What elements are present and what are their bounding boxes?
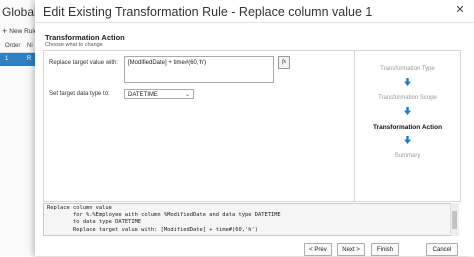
script-line: Replace column value xyxy=(47,205,112,211)
section-subtitle: Choose what to change xyxy=(45,42,103,48)
replace-expression-input[interactable]: [ModifiedDate] + time#(60,'h') xyxy=(124,56,274,83)
expression-builder-button[interactable]: fx xyxy=(278,56,290,69)
grid-row-name: R xyxy=(27,56,32,62)
plus-icon: + xyxy=(2,26,8,36)
new-rule-label: New Rule xyxy=(9,28,38,35)
script-line: for %.%Employee with column %ModifiedDat… xyxy=(47,212,281,219)
step-transformation-scope: Transformation Scope xyxy=(378,95,437,101)
arrow-down-icon xyxy=(404,78,411,86)
data-type-value: DATETIME xyxy=(128,92,158,98)
wizard-steps: Transformation Type Transformation Scope… xyxy=(354,50,461,202)
arrow-down-icon xyxy=(404,136,411,144)
dialog-title: Edit Existing Transformation Rule - Repl… xyxy=(43,5,373,19)
scrollbar-thumb[interactable] xyxy=(452,211,457,229)
close-icon[interactable]: ✕ xyxy=(454,4,466,16)
cancel-button[interactable]: Cancel xyxy=(426,243,458,256)
chevron-down-icon: ⌄ xyxy=(184,92,190,98)
rule-script-preview: Replace column value for %.%Employee wit… xyxy=(43,203,458,236)
prev-button[interactable]: < Prev xyxy=(304,243,332,256)
next-button[interactable]: Next > xyxy=(337,243,365,256)
grid-row-order: 1 xyxy=(5,56,9,62)
data-type-select[interactable]: DATETIME ⌄ xyxy=(124,89,194,99)
script-scrollbar[interactable] xyxy=(450,203,459,236)
script-line: to data type DATETIME xyxy=(47,219,142,226)
edit-rule-dialog: Edit Existing Transformation Rule - Repl… xyxy=(35,0,474,256)
finish-button[interactable]: Finish xyxy=(371,243,399,256)
new-rule-button[interactable]: + New Rule xyxy=(2,27,37,36)
data-type-label: Set target data type to: xyxy=(49,91,110,97)
grid-header: Order Ni xyxy=(0,41,36,53)
title-divider xyxy=(35,22,474,23)
step-transformation-type: Transformation Type xyxy=(380,66,435,72)
section-title: Transformation Action xyxy=(45,33,125,42)
step-summary: Summary xyxy=(394,153,421,159)
action-panel: Replace target value with: [ModifiedDate… xyxy=(43,50,356,202)
step-transformation-action: Transformation Action xyxy=(372,124,443,131)
replace-label: Replace target value with: xyxy=(49,60,119,66)
grid-header-name: Ni xyxy=(27,43,33,49)
grid-header-order: Order xyxy=(5,43,21,49)
arrow-down-icon xyxy=(404,107,411,115)
script-line: Replace target value with: [ModifiedDate… xyxy=(47,226,258,233)
grid-row[interactable]: 1 R xyxy=(0,53,36,66)
